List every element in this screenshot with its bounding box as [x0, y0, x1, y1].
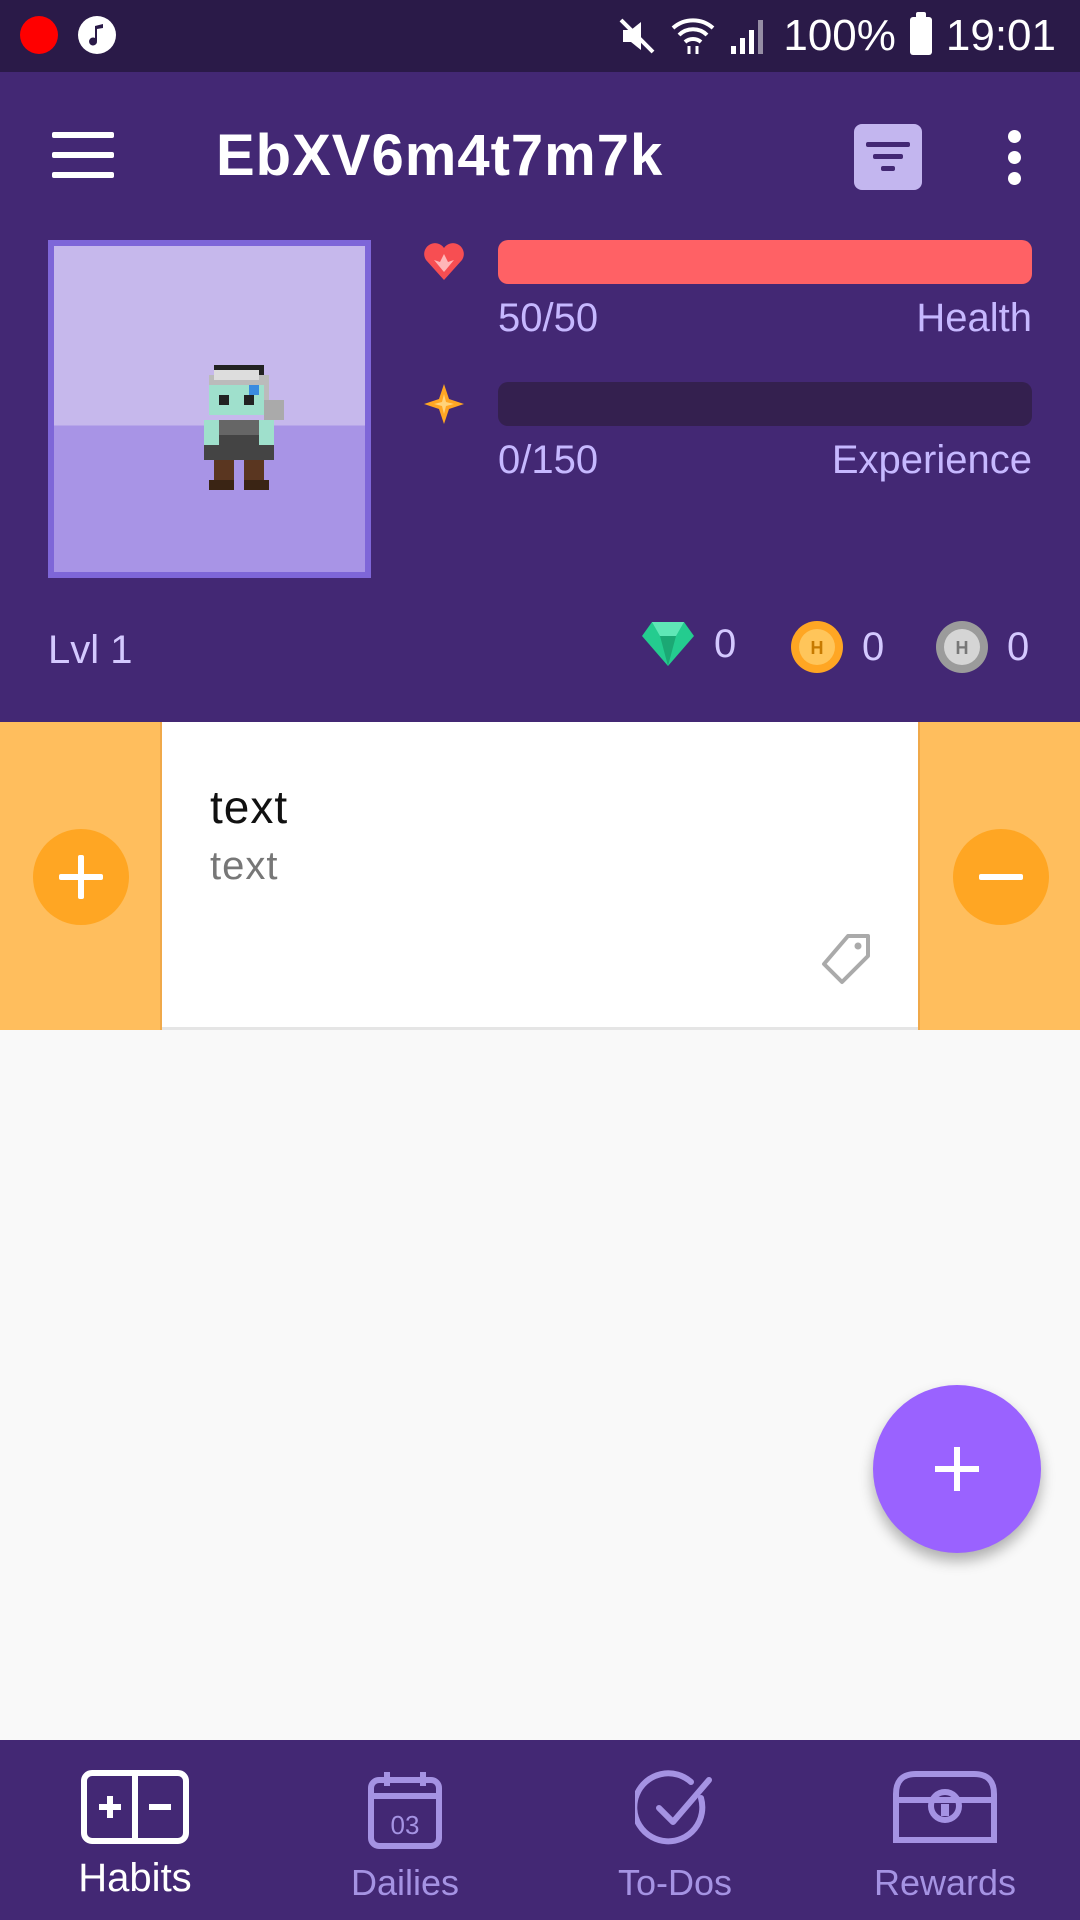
health-label: Health — [916, 296, 1032, 340]
tab-todos[interactable]: To-Dos — [540, 1740, 810, 1920]
music-note-icon — [78, 16, 116, 54]
svg-text:H: H — [956, 638, 969, 658]
gold-count: 0 — [862, 624, 885, 669]
hourglass-counter: H 0 — [935, 620, 1029, 674]
tag-icon — [822, 934, 870, 984]
header: EbXV6m4t7m7k 50/50 Health 0/150 Experien… — [0, 72, 1080, 722]
tab-dailies[interactable]: 03 Dailies — [270, 1740, 540, 1920]
gems-count: 0 — [714, 621, 737, 666]
calendar-icon: 03 — [368, 1772, 442, 1849]
avatar[interactable] — [48, 240, 371, 578]
health-bar-fill — [498, 240, 1032, 284]
wifi-icon — [672, 18, 715, 54]
task-title: text — [210, 781, 289, 833]
habit-minus-button[interactable] — [953, 829, 1049, 925]
star-icon — [424, 384, 464, 424]
health-value: 50/50 — [498, 296, 599, 340]
experience-bar — [498, 382, 1032, 426]
menu-icon[interactable] — [52, 132, 114, 178]
gold-coin-icon: H — [791, 621, 843, 673]
status-bar: 100% 19:01 — [0, 0, 1080, 72]
more-options-icon[interactable] — [1000, 130, 1028, 186]
treasure-chest-icon — [893, 1771, 997, 1843]
clock: 19:01 — [945, 11, 1056, 60]
tab-habits-label: Habits — [78, 1856, 192, 1900]
gems-counter: 0 — [640, 620, 736, 668]
calendar-number: 03 — [391, 1810, 420, 1840]
mute-icon — [619, 18, 655, 54]
task-notes: text — [210, 844, 279, 888]
hourglasses-count: 0 — [1007, 624, 1030, 669]
recording-icon — [20, 16, 58, 54]
habit-plus-area[interactable] — [0, 722, 162, 1030]
svg-text:H: H — [811, 638, 824, 658]
tab-dailies-label: Dailies — [350, 1862, 460, 1903]
tab-habits[interactable]: Habits — [0, 1740, 270, 1920]
signal-icon — [731, 20, 764, 54]
habits-icon — [81, 1770, 189, 1844]
habit-task-row[interactable]: text text — [0, 722, 1080, 1030]
bottom-navigation: Habits 03 Dailies To-Dos Rewards — [0, 1740, 1080, 1920]
checkmark-circle-icon — [635, 1770, 712, 1845]
experience-label: Experience — [831, 438, 1032, 482]
filter-icon[interactable] — [854, 124, 922, 190]
page-title: EbXV6m4t7m7k — [216, 123, 664, 188]
health-bar — [498, 240, 1032, 284]
heart-icon — [424, 243, 464, 280]
tab-rewards[interactable]: Rewards — [810, 1740, 1080, 1920]
battery-percent: 100% — [783, 11, 896, 60]
battery-icon — [909, 12, 932, 55]
gold-counter: H 0 — [790, 620, 884, 674]
gem-icon — [642, 622, 694, 666]
tab-todos-label: To-Dos — [617, 1862, 733, 1903]
add-task-button[interactable] — [873, 1385, 1041, 1553]
avatar-character-icon — [204, 365, 284, 490]
experience-value: 0/150 — [498, 438, 599, 482]
habit-plus-button[interactable] — [33, 829, 129, 925]
tab-rewards-label: Rewards — [873, 1862, 1017, 1903]
habit-minus-area[interactable] — [918, 722, 1080, 1030]
silver-coin-icon: H — [936, 621, 988, 673]
level-label: Lvl 1 — [48, 628, 133, 672]
